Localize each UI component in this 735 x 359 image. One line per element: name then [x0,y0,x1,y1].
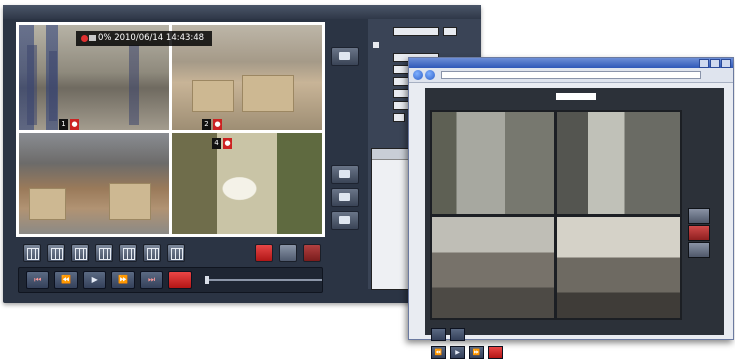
capture-button[interactable] [279,244,297,262]
layout-thirteen-button[interactable] [143,244,161,262]
layout-nine-button[interactable] [95,244,113,262]
maximize-icon[interactable] [710,59,720,68]
slider-handle[interactable] [204,276,209,284]
status-overlay: 0% 2010/06/14 14:43:48 [76,31,213,46]
window-controls [699,59,731,68]
layout-eight-button[interactable] [119,244,137,262]
web-camera-view-3[interactable] [432,217,554,318]
pallet-box [192,80,234,112]
web-fast-forward-button[interactable]: ⏩ [469,346,484,359]
record-indicator-icon [81,35,88,42]
browser-title-bar [409,58,733,68]
option-checkbox[interactable] [373,42,379,48]
panel-row [373,26,457,36]
pallet-box [242,75,294,112]
web-snapshot-button[interactable] [688,242,710,258]
password-field[interactable] [556,93,596,100]
forward-icon[interactable] [425,70,435,80]
pallet-box [29,188,66,220]
playback-slider[interactable] [204,276,322,284]
layout-toolbar [23,244,185,262]
panel-row [373,41,379,49]
browser-toolbar [409,68,733,83]
layout-quad-button[interactable] [47,244,65,262]
web-camera-view-1[interactable] [432,112,554,214]
web-rewind-button[interactable]: ⏪ [431,346,446,359]
pallet-box [109,183,151,220]
layout-single-button[interactable] [23,244,41,262]
record-toggle-button[interactable] [255,244,273,262]
back-icon[interactable] [413,70,423,80]
export-button[interactable] [331,211,359,230]
web-camera-view-4[interactable] [557,217,680,318]
playback-controls: ⏮ ⏪ ▶ ⏩ ⏭ [18,267,323,293]
web-layout-quad-button[interactable] [450,328,465,341]
snapshot-button[interactable] [331,47,359,66]
control-toolbar [255,244,321,262]
fast-forward-button[interactable]: ⏩ [111,271,135,289]
record-button[interactable] [331,165,359,184]
status-percent: 0% [98,33,112,43]
stop-button[interactable] [168,271,192,289]
skip-start-button[interactable]: ⏮ [26,271,50,289]
camera-view-3[interactable] [19,133,169,234]
camera-view-4[interactable]: 4 ● [172,133,322,234]
minimize-icon[interactable] [699,59,709,68]
audio-button[interactable] [303,244,321,262]
channel-tag: 2 ● [202,119,222,130]
dvr-select[interactable] [393,26,439,36]
status-date: 2010/06/14 [114,33,164,43]
web-layout-toolbar [431,328,465,341]
layout-six-button[interactable] [71,244,89,262]
close-icon[interactable] [721,59,731,68]
web-camera-view-2[interactable] [557,112,680,214]
channel-select[interactable] [443,26,457,36]
web-play-button[interactable]: ▶ [450,346,465,359]
camera-grid: 1 ● 2 ● 4 ● 0% 2010/06/14 14:43:48 [16,22,325,237]
web-stop-button[interactable] [488,346,503,359]
channel-tag: 1 ● [59,119,79,130]
camera-icon [89,35,96,41]
layout-sixteen-button[interactable] [167,244,185,262]
web-viewer: ⏪ ▶ ⏩ [425,88,724,359]
search-button[interactable] [331,188,359,207]
event-select[interactable] [393,112,405,122]
skip-end-button[interactable]: ⏭ [139,271,164,289]
browser-window: ⏪ ▶ ⏩ [408,57,734,359]
web-record-button[interactable] [688,225,710,241]
address-bar[interactable] [441,71,701,79]
web-playback-controls: ⏪ ▶ ⏩ [431,346,503,359]
shelf [129,45,139,125]
channel-tag: 4 ● [212,138,232,149]
rewind-button[interactable]: ⏪ [54,271,78,289]
shelf [49,51,57,121]
web-layout-single-button[interactable] [431,328,446,341]
login-row [425,93,724,100]
panel-row [373,112,405,122]
dvr-title-bar [3,5,481,19]
shelf [27,45,37,125]
web-side-button[interactable] [688,208,710,224]
play-button[interactable]: ▶ [82,271,107,289]
status-time: 14:43:48 [165,33,205,43]
web-camera-grid [430,110,682,320]
